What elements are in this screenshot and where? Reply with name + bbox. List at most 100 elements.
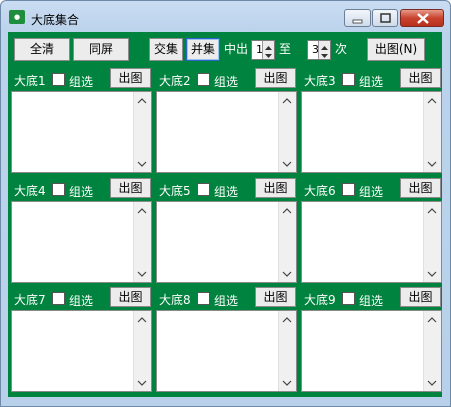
scroll-up-icon[interactable]: [137, 316, 147, 324]
panel-textarea[interactable]: [301, 91, 442, 173]
panel-output-button[interactable]: 出图: [400, 68, 441, 88]
group-checkbox[interactable]: [342, 183, 355, 196]
to-label: 至: [279, 42, 292, 56]
intersect-button[interactable]: 交集: [149, 38, 183, 61]
panel-textarea[interactable]: [156, 310, 297, 392]
stepper-up-icon[interactable]: [318, 41, 330, 50]
scroll-down-icon[interactable]: [137, 379, 147, 387]
panel-textarea[interactable]: [301, 201, 442, 283]
scroll-down-icon[interactable]: [137, 270, 147, 278]
group-label: 组选: [214, 75, 239, 89]
panel-output-button[interactable]: 出图: [110, 68, 151, 88]
same-screen-button[interactable]: 同屏: [73, 38, 129, 61]
group-label: 组选: [69, 185, 94, 199]
panel-4: 大底4 组选 出图: [10, 178, 154, 284]
panel-textarea[interactable]: [156, 201, 297, 283]
scroll-up-icon[interactable]: [137, 207, 147, 215]
group-label: 组选: [69, 294, 94, 308]
app-icon: ●: [9, 10, 25, 24]
group-checkbox[interactable]: [197, 73, 210, 86]
panel-8: 大底8 组选 出图: [155, 287, 299, 393]
group-checkbox[interactable]: [342, 73, 355, 86]
panel-6: 大底6 组选 出图: [300, 178, 444, 284]
vertical-scrollbar[interactable]: [278, 92, 296, 172]
panel-header: 大底5 组选 出图: [155, 178, 299, 200]
group-label: 组选: [359, 75, 384, 89]
scroll-up-icon[interactable]: [427, 316, 437, 324]
panel-header: 大底9 组选 出图: [300, 287, 444, 309]
minimize-icon: [352, 19, 363, 24]
minimize-button[interactable]: [344, 9, 371, 27]
scroll-down-icon[interactable]: [427, 379, 437, 387]
group-label: 组选: [214, 185, 239, 199]
scroll-down-icon[interactable]: [427, 270, 437, 278]
scroll-up-icon[interactable]: [282, 316, 292, 324]
clear-all-button[interactable]: 全清: [14, 38, 70, 61]
scroll-down-icon[interactable]: [282, 270, 292, 278]
vertical-scrollbar[interactable]: [133, 311, 151, 391]
panel-9: 大底9 组选 出图: [300, 287, 444, 393]
panel-output-button[interactable]: 出图: [110, 178, 151, 198]
stepper-down-icon[interactable]: [318, 50, 330, 59]
panel-output-button[interactable]: 出图: [400, 178, 441, 198]
group-checkbox[interactable]: [52, 73, 65, 86]
group-checkbox[interactable]: [197, 183, 210, 196]
panel-name: 大底2: [159, 74, 191, 88]
vertical-scrollbar[interactable]: [133, 202, 151, 282]
panel-output-button[interactable]: 出图: [255, 68, 296, 88]
group-label: 组选: [359, 185, 384, 199]
close-button[interactable]: [400, 9, 444, 27]
scroll-down-icon[interactable]: [282, 160, 292, 168]
scroll-down-icon[interactable]: [427, 160, 437, 168]
stepper-up-icon[interactable]: [262, 41, 274, 50]
panel-header: 大底4 组选 出图: [10, 178, 154, 200]
vertical-scrollbar[interactable]: [423, 92, 441, 172]
scroll-up-icon[interactable]: [282, 97, 292, 105]
close-icon: [417, 13, 429, 24]
panel-3: 大底3 组选 出图: [300, 68, 444, 174]
scroll-up-icon[interactable]: [137, 97, 147, 105]
vertical-scrollbar[interactable]: [278, 311, 296, 391]
scroll-down-icon[interactable]: [137, 160, 147, 168]
panel-textarea[interactable]: [11, 201, 152, 283]
group-label: 组选: [359, 294, 384, 308]
panel-header: 大底8 组选 出图: [155, 287, 299, 309]
panel-name: 大底7: [14, 293, 46, 307]
window-title: 大底集合: [31, 13, 80, 27]
to-stepper[interactable]: 3: [307, 40, 331, 60]
from-stepper[interactable]: 1: [251, 40, 275, 60]
panel-output-button[interactable]: 出图: [255, 178, 296, 198]
panel-textarea[interactable]: [156, 91, 297, 173]
panel-textarea[interactable]: [11, 310, 152, 392]
stepper-down-icon[interactable]: [262, 50, 274, 59]
group-checkbox[interactable]: [342, 292, 355, 305]
output-all-button[interactable]: 出图(N): [367, 38, 425, 61]
panel-header: 大底6 组选 出图: [300, 178, 444, 200]
vertical-scrollbar[interactable]: [133, 92, 151, 172]
union-button[interactable]: 并集: [186, 38, 220, 61]
scroll-up-icon[interactable]: [282, 207, 292, 215]
panel-textarea[interactable]: [11, 91, 152, 173]
scroll-up-icon[interactable]: [427, 207, 437, 215]
title-bar[interactable]: ● 大底集合: [1, 1, 450, 31]
hit-label: 中出: [224, 42, 249, 56]
group-checkbox[interactable]: [197, 292, 210, 305]
panel-textarea[interactable]: [301, 310, 442, 392]
panel-header: 大底7 组选 出图: [10, 287, 154, 309]
panel-name: 大底9: [304, 293, 336, 307]
scroll-up-icon[interactable]: [427, 97, 437, 105]
panel-name: 大底6: [304, 184, 336, 198]
scroll-down-icon[interactable]: [282, 379, 292, 387]
group-checkbox[interactable]: [52, 183, 65, 196]
panel-output-button[interactable]: 出图: [110, 287, 151, 307]
vertical-scrollbar[interactable]: [423, 311, 441, 391]
panel-output-button[interactable]: 出图: [400, 287, 441, 307]
app-window: ● 大底集合 全清 同屏 交集 并集 中出 1 至 3 次 出图(N) 大底1 组…: [0, 0, 451, 407]
vertical-scrollbar[interactable]: [423, 202, 441, 282]
panel-header: 大底2 组选 出图: [155, 68, 299, 90]
vertical-scrollbar[interactable]: [278, 202, 296, 282]
maximize-button[interactable]: [372, 9, 398, 27]
panel-output-button[interactable]: 出图: [255, 287, 296, 307]
group-checkbox[interactable]: [52, 292, 65, 305]
group-label: 组选: [69, 75, 94, 89]
